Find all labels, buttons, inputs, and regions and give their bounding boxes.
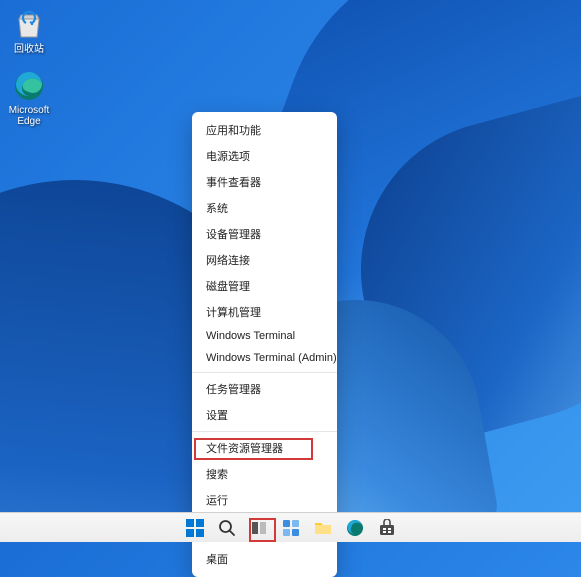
edge-icon xyxy=(12,69,46,103)
windows-logo-icon xyxy=(186,519,204,537)
desktop-icon-label: Microsoft Edge xyxy=(9,105,50,127)
menu-item-search[interactable]: 搜索 xyxy=(192,461,337,487)
menu-item-apps-features[interactable]: 应用和功能 xyxy=(192,117,337,143)
folder-icon xyxy=(314,519,332,537)
store-button[interactable] xyxy=(376,517,398,539)
winx-context-menu: 应用和功能 电源选项 事件查看器 系统 设备管理器 网络连接 磁盘管理 计算机管… xyxy=(192,112,337,577)
menu-item-system[interactable]: 系统 xyxy=(192,195,337,221)
search-button[interactable] xyxy=(216,517,238,539)
menu-item-disk-management[interactable]: 磁盘管理 xyxy=(192,273,337,299)
task-view-icon xyxy=(250,519,268,537)
task-view-button[interactable] xyxy=(248,517,270,539)
start-button[interactable] xyxy=(184,517,206,539)
menu-item-power-options[interactable]: 电源选项 xyxy=(192,143,337,169)
desktop-icon-edge[interactable]: Microsoft Edge xyxy=(4,69,54,127)
taskbar xyxy=(0,512,581,542)
menu-item-settings[interactable]: 设置 xyxy=(192,402,337,428)
desktop-icon-label: 回收站 xyxy=(14,44,44,55)
menu-item-task-manager[interactable]: 任务管理器 xyxy=(192,376,337,402)
desktop-icons-area: 回收站 Microsoft Edge xyxy=(4,8,54,141)
desktop-icon-recycle-bin[interactable]: 回收站 xyxy=(4,8,54,55)
menu-separator xyxy=(192,431,337,432)
file-explorer-button[interactable] xyxy=(312,517,334,539)
menu-item-windows-terminal[interactable]: Windows Terminal xyxy=(192,325,337,347)
widgets-button[interactable] xyxy=(280,517,302,539)
recycle-bin-icon xyxy=(12,8,46,42)
menu-item-network-connections[interactable]: 网络连接 xyxy=(192,247,337,273)
edge-button[interactable] xyxy=(344,517,366,539)
menu-separator xyxy=(192,372,337,373)
menu-item-device-manager[interactable]: 设备管理器 xyxy=(192,221,337,247)
menu-item-file-explorer[interactable]: 文件资源管理器 xyxy=(192,435,337,461)
store-icon xyxy=(378,519,396,537)
menu-item-computer-management[interactable]: 计算机管理 xyxy=(192,299,337,325)
edge-icon xyxy=(346,519,364,537)
widgets-icon xyxy=(282,519,300,537)
menu-item-windows-terminal-admin[interactable]: Windows Terminal (Admin) xyxy=(192,347,337,369)
search-icon xyxy=(218,519,236,537)
menu-item-desktop[interactable]: 桌面 xyxy=(192,546,337,572)
menu-item-event-viewer[interactable]: 事件查看器 xyxy=(192,169,337,195)
menu-item-run[interactable]: 运行 xyxy=(192,487,337,513)
